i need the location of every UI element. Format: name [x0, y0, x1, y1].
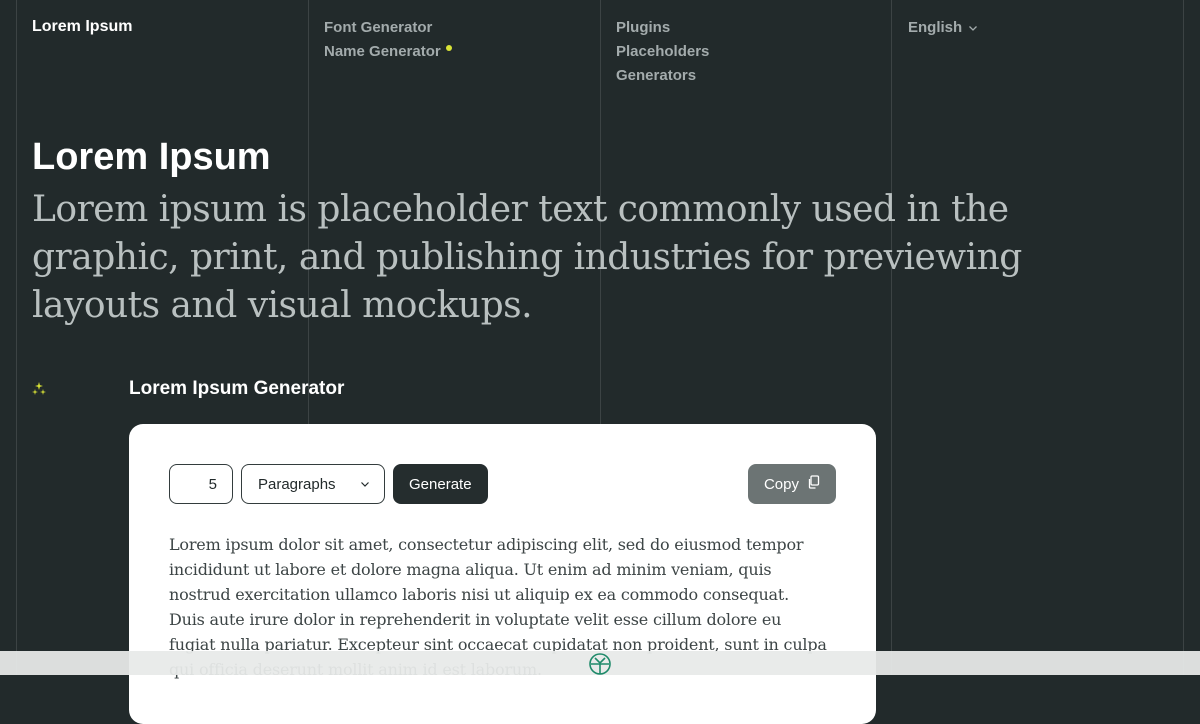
nav-link-font-generator[interactable]: Font Generator: [324, 18, 452, 38]
nav-link-name-generator[interactable]: Name Generator: [324, 42, 452, 62]
page-title: Lorem Ipsum: [32, 136, 271, 178]
language-label: English: [908, 19, 963, 36]
generator-card: Paragraphs Generate Copy Lorem ipsum dol…: [129, 424, 876, 724]
unit-select-value: Paragraphs: [258, 475, 336, 493]
brand-link[interactable]: Lorem Ipsum: [32, 18, 132, 36]
copy-icon: [807, 475, 820, 493]
chevron-down-icon: [968, 23, 978, 33]
nav-column-resources: Plugins Placeholders Generators: [616, 18, 709, 86]
generator-heading: Lorem Ipsum Generator: [129, 378, 345, 399]
generator-controls: Paragraphs Generate: [169, 464, 488, 504]
nav-link-plugins[interactable]: Plugins: [616, 18, 709, 38]
chevron-down-icon: [360, 479, 370, 489]
nav-column-tools: Font Generator Name Generator: [324, 18, 452, 62]
bottom-bar: [0, 651, 1200, 675]
nav-link-label: Font Generator: [324, 19, 433, 36]
sparkle-icon: [32, 382, 46, 395]
logo-icon[interactable]: [588, 652, 612, 676]
copy-button-label: Copy: [763, 475, 799, 493]
new-indicator-dot: [445, 45, 452, 51]
generate-button[interactable]: Generate: [393, 464, 488, 504]
grid-line: [16, 0, 17, 675]
nav-link-label: Name Generator: [324, 43, 441, 60]
page-subtitle: Lorem ipsum is placeholder text commonly…: [32, 189, 1022, 326]
unit-select[interactable]: Paragraphs: [241, 464, 385, 504]
grid-line: [1183, 0, 1184, 675]
grid-line: [891, 0, 892, 675]
nav-link-generators[interactable]: Generators: [616, 66, 709, 86]
copy-button[interactable]: Copy: [747, 464, 836, 504]
paragraph-count-input[interactable]: [169, 464, 233, 504]
nav-link-placeholders[interactable]: Placeholders: [616, 42, 709, 62]
language-selector[interactable]: English: [908, 18, 978, 38]
top-navigation: Lorem Ipsum Font Generator Name Generato…: [0, 0, 1200, 100]
